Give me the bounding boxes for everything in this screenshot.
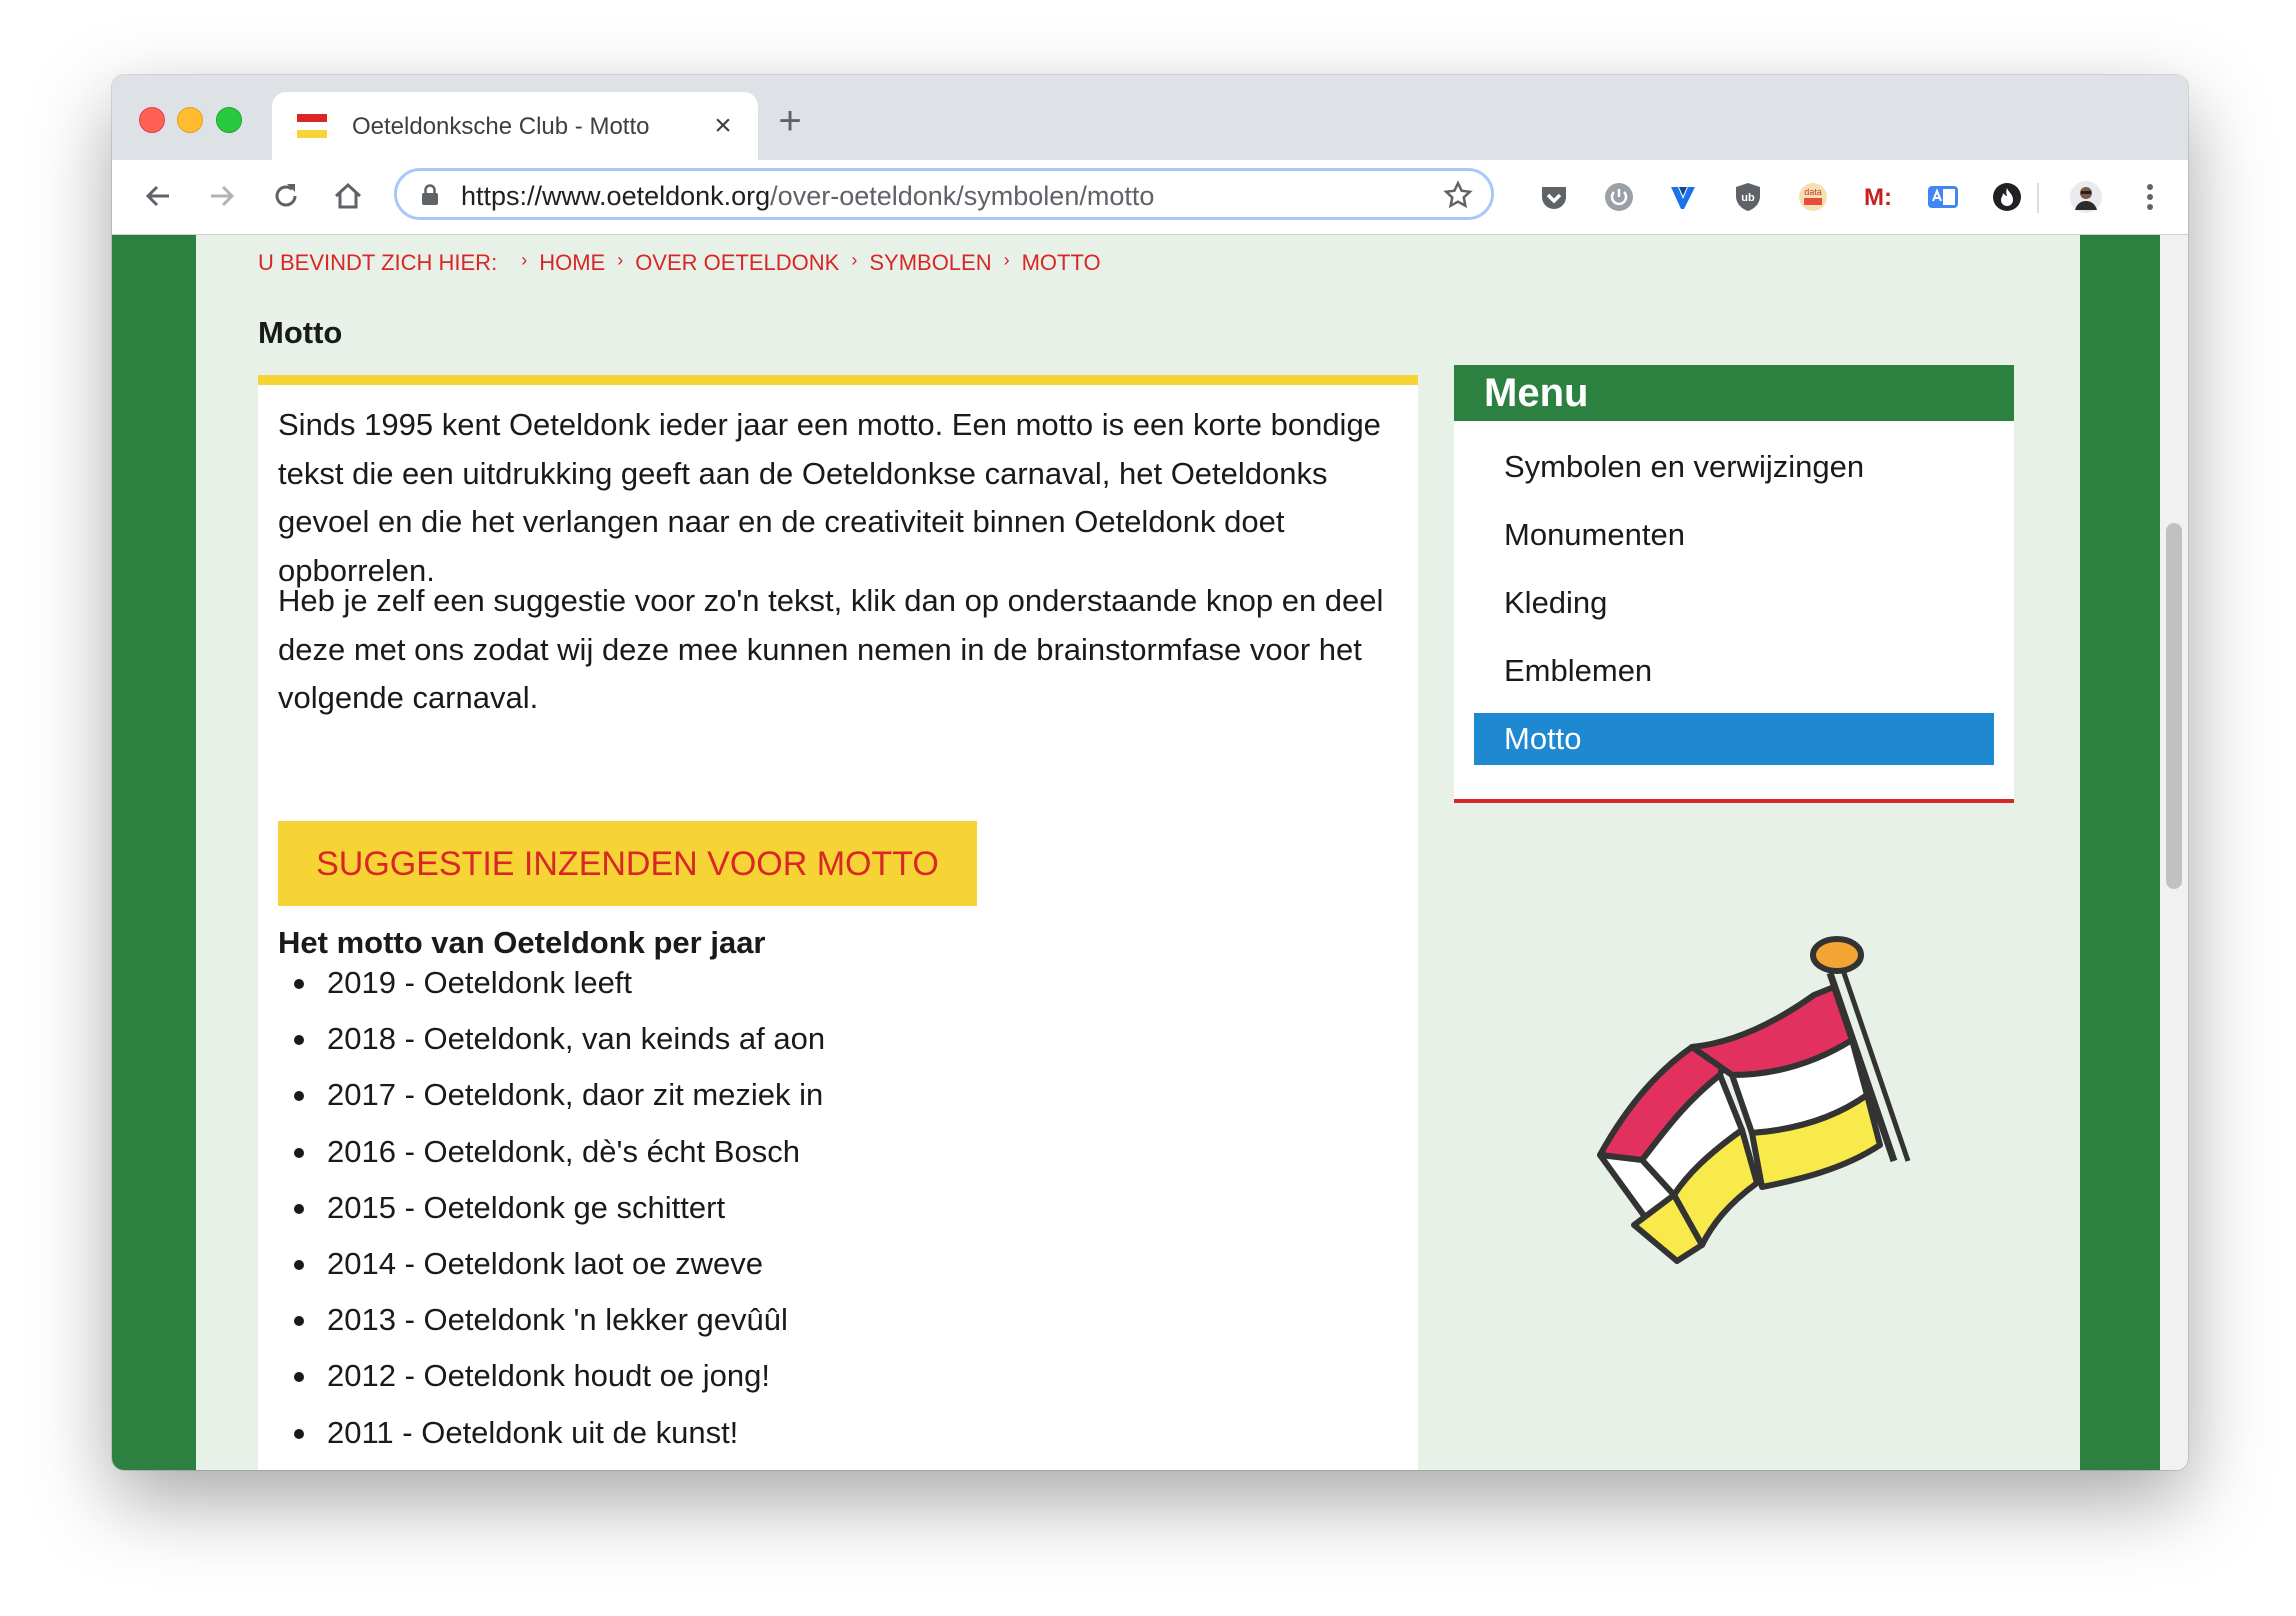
suggestion-paragraph: Heb je zelf een suggestie voor zo'n teks… — [278, 583, 1384, 715]
breadcrumb-home-link[interactable]: HOME — [539, 250, 605, 276]
reload-icon[interactable] — [266, 176, 306, 216]
motto-list-item: 2015 - Oeteldonk ge schittert — [278, 1186, 825, 1242]
sidebar-item-motto[interactable]: Motto — [1474, 713, 1994, 765]
browser-window: Oeteldonksche Club - Motto × + https://w… — [112, 75, 2188, 1470]
breadcrumb-separator: › — [617, 250, 624, 270]
tab-close-icon[interactable]: × — [706, 109, 740, 143]
scrollbar-thumb[interactable] — [2166, 523, 2182, 889]
gmail-label: M: — [1864, 184, 1892, 211]
minimize-window-button[interactable] — [177, 107, 203, 133]
tab-oeteldonk-motto[interactable]: Oeteldonksche Club - Motto × — [272, 92, 758, 160]
breadcrumb-symbolen-link[interactable]: SYMBOLEN — [869, 250, 991, 276]
page-title: Motto — [258, 315, 343, 350]
browser-toolbar: https://www.oeteldonk.org/over-oeteldonk… — [112, 160, 2188, 235]
oeteldonk-flag-favicon-icon — [297, 114, 327, 138]
home-icon[interactable] — [328, 176, 368, 216]
ublock-label: ub — [1741, 192, 1755, 204]
bookmark-star-icon[interactable] — [1443, 180, 1473, 215]
sidebar-item-kleding[interactable]: Kleding — [1474, 577, 1994, 629]
sidebar-item-emblemen[interactable]: Emblemen — [1474, 645, 1994, 697]
tab-title: Oeteldonksche Club - Motto — [352, 113, 650, 140]
sidebar-item-symbolen[interactable]: Symbolen en verwijzingen — [1474, 441, 1994, 493]
motto-list-heading: Het motto van Oeteldonk per jaar — [278, 925, 766, 960]
sidebar-menu-heading: Menu — [1454, 365, 2014, 421]
page-viewport: U BEVINDT ZICH HIER: › HOME › OVER OETEL… — [112, 235, 2188, 1470]
vivaldi-icon[interactable] — [1665, 179, 1701, 215]
breadcrumb-separator: › — [521, 250, 528, 270]
motto-list-item: 2013 - Oeteldonk 'n lekker gevûûl — [278, 1298, 825, 1354]
datawrapper-label: data — [1804, 187, 1822, 197]
motto-list-item: 2012 - Oeteldonk houdt oe jong! — [278, 1354, 825, 1410]
oeteldonk-flags-illustration — [1582, 925, 1982, 1290]
sidebar-menu: Symbolen en verwijzingen Monumenten Kled… — [1454, 421, 2014, 803]
breadcrumb-separator: › — [851, 250, 858, 270]
breadcrumb-separator: › — [1003, 250, 1010, 270]
motto-list: 2019 - Oeteldonk leeft 2018 - Oeteldonk,… — [278, 961, 825, 1467]
back-arrow-icon[interactable] — [138, 176, 178, 216]
left-green-border — [112, 235, 196, 1470]
breadcrumb-motto-link[interactable]: MOTTO — [1022, 250, 1101, 276]
power-icon[interactable] — [1601, 179, 1637, 215]
kebab-menu-icon[interactable] — [2132, 179, 2168, 215]
breadcrumb-label: U BEVINDT ZICH HIER: — [258, 250, 498, 275]
translate-icon[interactable] — [1925, 179, 1961, 215]
forward-arrow-icon[interactable] — [202, 176, 242, 216]
motto-list-item: 2017 - Oeteldonk, daor zit meziek in — [278, 1073, 825, 1129]
ublock-icon[interactable]: ub — [1730, 179, 1766, 215]
datawrapper-icon[interactable]: data — [1795, 179, 1831, 215]
toolbar-separator — [2037, 183, 2039, 213]
motto-list-item: 2016 - Oeteldonk, dè's écht Bosch — [278, 1130, 825, 1186]
maximize-window-button[interactable] — [216, 107, 242, 133]
breadcrumb-over-oeteldonk-link[interactable]: OVER OETELDONK — [635, 250, 839, 276]
profile-avatar-icon[interactable] — [2068, 179, 2104, 215]
motto-list-item: 2019 - Oeteldonk leeft — [278, 961, 825, 1017]
submit-motto-suggestion-button[interactable]: SUGGESTIE INZENDEN VOOR MOTTO — [278, 821, 977, 906]
motto-list-item: 2014 - Oeteldonk laot oe zweve — [278, 1242, 825, 1298]
right-green-border — [2080, 235, 2160, 1470]
close-window-button[interactable] — [139, 107, 165, 133]
address-bar[interactable]: https://www.oeteldonk.org/over-oeteldonk… — [394, 168, 1494, 220]
title-bar: Oeteldonksche Club - Motto × + — [112, 75, 2188, 160]
url-host: https://www.oeteldonk.org — [461, 181, 771, 211]
url-text[interactable]: https://www.oeteldonk.org/over-oeteldonk… — [461, 181, 1154, 212]
motto-list-item: 2018 - Oeteldonk, van keinds af aon — [278, 1017, 825, 1073]
intro-paragraph: Sinds 1995 kent Oeteldonk ieder jaar een… — [278, 407, 1381, 588]
motto-list-item: 2011 - Oeteldonk uit de kunst! — [278, 1411, 825, 1467]
gmail-m-icon[interactable]: M: — [1860, 179, 1896, 215]
lock-icon[interactable] — [421, 184, 439, 211]
fire-icon[interactable] — [1989, 179, 2025, 215]
sidebar-item-monumenten[interactable]: Monumenten — [1474, 509, 1994, 561]
url-path: /over-oeteldonk/symbolen/motto — [770, 181, 1155, 211]
main-content: Sinds 1995 kent Oeteldonk ieder jaar een… — [258, 375, 1418, 1470]
pocket-icon[interactable] — [1536, 179, 1572, 215]
new-tab-button[interactable]: + — [770, 101, 810, 141]
breadcrumb: U BEVINDT ZICH HIER: › HOME › OVER OETEL… — [258, 250, 1101, 276]
